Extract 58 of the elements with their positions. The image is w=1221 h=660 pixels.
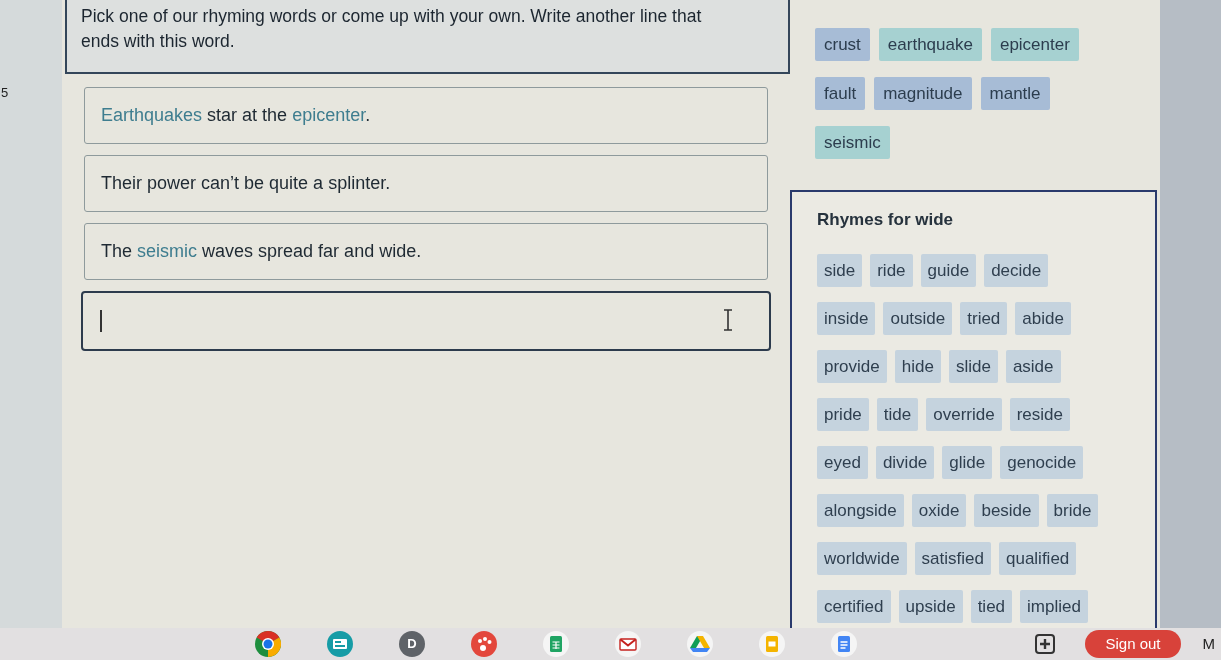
rhyme-chip[interactable]: tried [960,302,1008,335]
rhyme-chip[interactable]: guide [920,254,977,287]
rhyme-chip[interactable]: decide [984,254,1049,287]
spreadsheet-icon[interactable] [543,631,569,657]
app-button[interactable]: D [399,631,425,657]
rhyme-chip[interactable]: qualified [998,542,1077,575]
triangle-logo-icon[interactable] [687,631,713,657]
poem-line: Their power can’t be quite a splinter. [101,172,391,195]
rhyme-chip[interactable]: pride [817,398,869,431]
document-icon[interactable] [831,631,857,657]
text-cursor-icon [723,309,733,331]
rhyme-chip[interactable]: implied [1020,590,1088,623]
screen-capture-icon[interactable] [1035,634,1056,654]
word-chip[interactable]: magnitude [874,77,972,110]
rhyme-chip[interactable]: bride [1046,494,1099,527]
rhyme-chip[interactable]: hide [894,350,941,383]
poem-line: Earthquakes star at the epicenter. [101,104,371,127]
rhyme-chip[interactable]: inside [817,302,876,335]
rhyme-chip[interactable]: side [817,254,863,287]
rhyme-chip[interactable]: alongside [817,494,904,527]
rhyme-chip[interactable]: slide [948,350,998,383]
rhyme-chip[interactable]: reside [1009,398,1070,431]
envelope-icon[interactable] [615,631,641,657]
rhyme-chip[interactable]: outside [883,302,953,335]
rhyme-chip[interactable]: beside [974,494,1039,527]
rhyme-chip[interactable]: oxide [911,494,967,527]
rhyme-chip[interactable]: provide [817,350,887,383]
rhyme-chip[interactable]: glide [942,446,993,479]
rhyme-chip[interactable]: override [926,398,1002,431]
panel-title: Rhymes for wide [817,210,955,230]
sign-out-button[interactable]: Sign out [1085,630,1181,658]
instruction-text: Pick one of our rhyming words or come up with your own. Write another line that ends with this word. [65,0,790,74]
edge-text: 5 [1,84,9,102]
rhyme-chip[interactable]: tide [876,398,919,431]
word-chip[interactable]: earthquake [878,28,982,61]
rhyme-chip[interactable]: genocide [1000,446,1084,479]
word-chip[interactable]: epicenter [990,28,1079,61]
word-chip[interactable]: seismic [815,126,890,159]
window-app-icon[interactable] [327,631,353,657]
word-chip[interactable]: crust [815,28,870,61]
edge-text: M [1202,633,1215,654]
word-chip[interactable]: fault [815,77,866,110]
rhyme-chip[interactable]: eyed [817,446,868,479]
rhyme-chip[interactable]: abide [1015,302,1071,335]
palette-icon[interactable] [471,631,497,657]
rhyme-chip[interactable]: tied [970,590,1013,623]
rhyme-chip[interactable]: divide [875,446,935,479]
wheel-logo-icon[interactable] [255,631,281,657]
poem-line: The seismic waves spread far and wide. [101,240,422,263]
rhyme-chip[interactable]: worldwide [817,542,907,575]
rhyme-chip[interactable]: satisfied [914,542,991,575]
rhyme-chip[interactable]: upside [898,590,963,623]
text-caret-icon [100,310,103,332]
rhyme-chip[interactable]: ride [870,254,913,287]
rhyme-chip[interactable]: aside [1005,350,1061,383]
answer-field[interactable] [81,291,771,351]
word-chip[interactable]: mantle [980,77,1050,110]
rhyme-chip[interactable]: certified [817,590,891,623]
